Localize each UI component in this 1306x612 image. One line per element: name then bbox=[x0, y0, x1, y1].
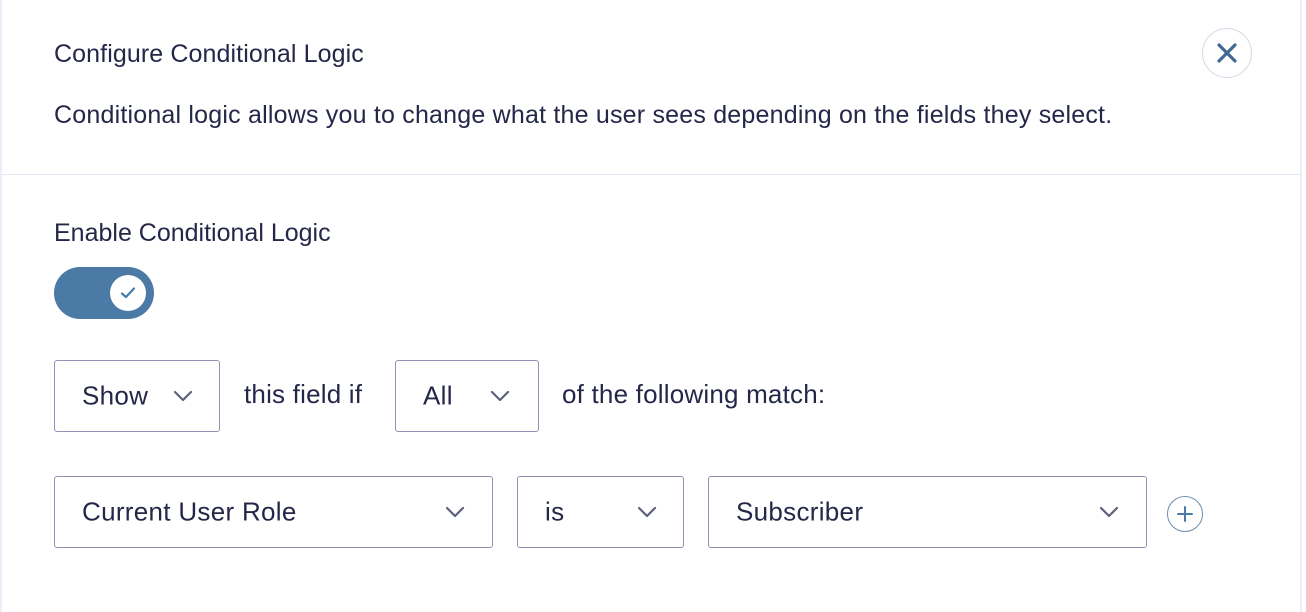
add-rule-button[interactable] bbox=[1167, 496, 1203, 532]
chevron-down-icon bbox=[637, 506, 657, 518]
rule-operator-select[interactable]: is bbox=[517, 476, 684, 548]
toggle-knob bbox=[110, 275, 146, 311]
rule-field-select-value: Current User Role bbox=[82, 496, 297, 527]
panel-title: Configure Conditional Logic bbox=[54, 40, 364, 68]
following-match-text: of the following match: bbox=[562, 379, 826, 409]
match-type-select[interactable]: All bbox=[395, 360, 539, 432]
rule-field-select[interactable]: Current User Role bbox=[54, 476, 493, 548]
chevron-down-icon bbox=[1099, 506, 1119, 518]
chevron-down-icon bbox=[445, 506, 465, 518]
close-button[interactable] bbox=[1202, 28, 1252, 78]
conditional-logic-panel: Configure Conditional Logic Conditional … bbox=[0, 0, 1302, 612]
check-icon bbox=[120, 287, 136, 299]
plus-circle-icon bbox=[1177, 506, 1193, 522]
panel-header: Configure Conditional Logic Conditional … bbox=[2, 0, 1300, 175]
chevron-down-icon bbox=[490, 390, 510, 402]
enable-conditional-logic-label: Enable Conditional Logic bbox=[54, 219, 331, 247]
match-type-select-value: All bbox=[423, 380, 453, 411]
action-select[interactable]: Show bbox=[54, 360, 220, 432]
rule-value-select-value: Subscriber bbox=[736, 496, 864, 527]
rule-operator-select-value: is bbox=[545, 496, 565, 527]
close-icon bbox=[1217, 43, 1237, 63]
rule-value-select[interactable]: Subscriber bbox=[708, 476, 1147, 548]
panel-description: Conditional logic allows you to change w… bbox=[54, 101, 1113, 129]
this-field-if-text: this field if bbox=[244, 379, 363, 409]
chevron-down-icon bbox=[173, 390, 193, 402]
action-select-value: Show bbox=[82, 380, 149, 411]
enable-conditional-logic-toggle[interactable] bbox=[54, 267, 154, 319]
